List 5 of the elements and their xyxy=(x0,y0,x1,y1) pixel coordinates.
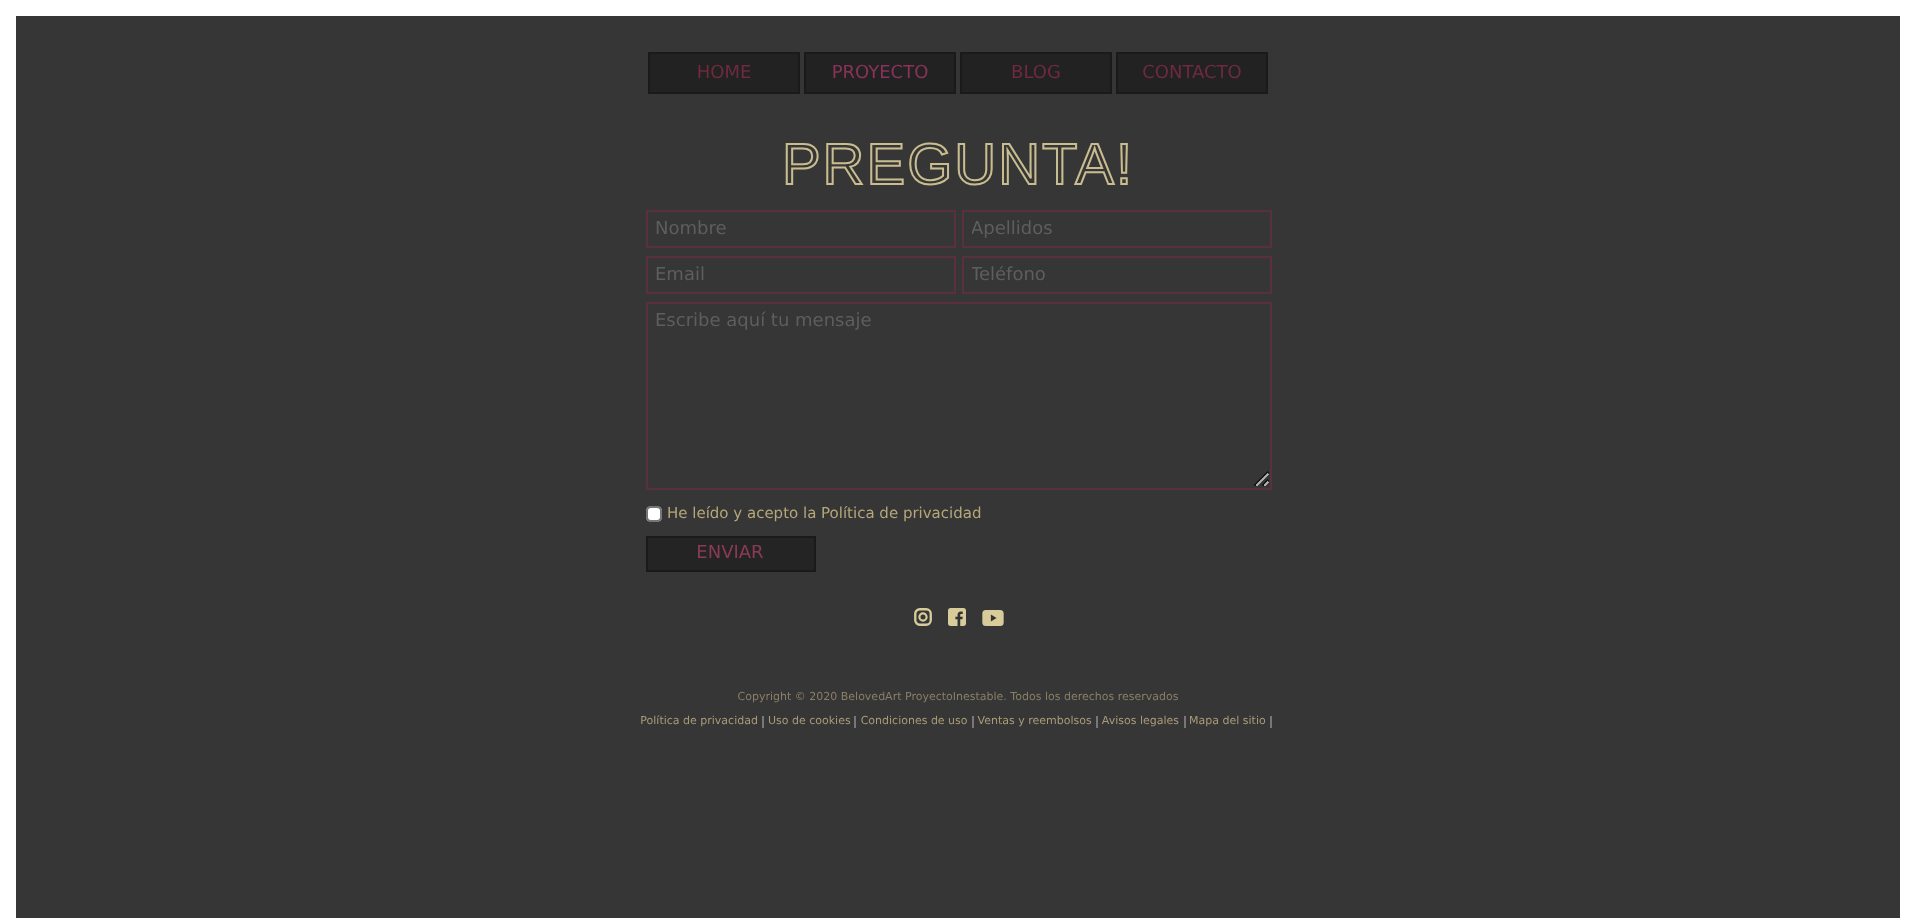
page-title: PREGUNTA! xyxy=(781,132,1135,202)
video-play-icon[interactable] xyxy=(981,609,1003,625)
facebook-icon[interactable] xyxy=(947,608,965,626)
privacy-checkbox[interactable] xyxy=(645,505,661,521)
instagram-icon[interactable] xyxy=(913,608,931,626)
